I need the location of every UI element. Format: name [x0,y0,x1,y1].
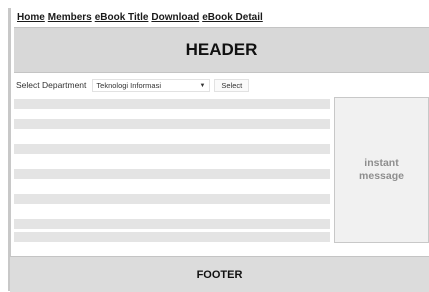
list-row [14,99,330,109]
left-border [8,8,11,291]
department-label: Select Department [16,80,87,90]
list-row [14,169,330,179]
list-row [14,232,330,242]
nav-link-download[interactable]: Download [151,12,199,26]
top-nav: Home Members eBook Title Download eBook … [17,12,263,26]
ebook-list [14,97,330,243]
chevron-down-icon: ▼ [199,82,206,89]
nav-link-home[interactable]: Home [17,12,45,26]
header-title: HEADER [185,40,258,59]
page-footer: FOOTER [10,256,429,292]
instant-message-label: instant message [359,157,404,182]
footer-title: FOOTER [196,268,243,281]
nav-link-ebook-title[interactable]: eBook Title [95,12,149,26]
select-button[interactable]: Select [214,78,250,92]
nav-link-ebook-detail[interactable]: eBook Detail [202,12,263,26]
department-dropdown[interactable]: Teknologi Informasi ▼ [92,78,211,92]
department-selector: Select Department Teknologi Informasi ▼ … [16,77,250,93]
list-row [14,119,330,129]
nav-link-members[interactable]: Members [48,12,92,26]
department-selected-value: Teknologi Informasi [96,80,162,90]
list-row [14,144,330,154]
instant-message-panel: instant message [334,97,429,243]
list-row [14,194,330,204]
list-row [14,219,330,229]
page-header: HEADER [14,27,429,73]
